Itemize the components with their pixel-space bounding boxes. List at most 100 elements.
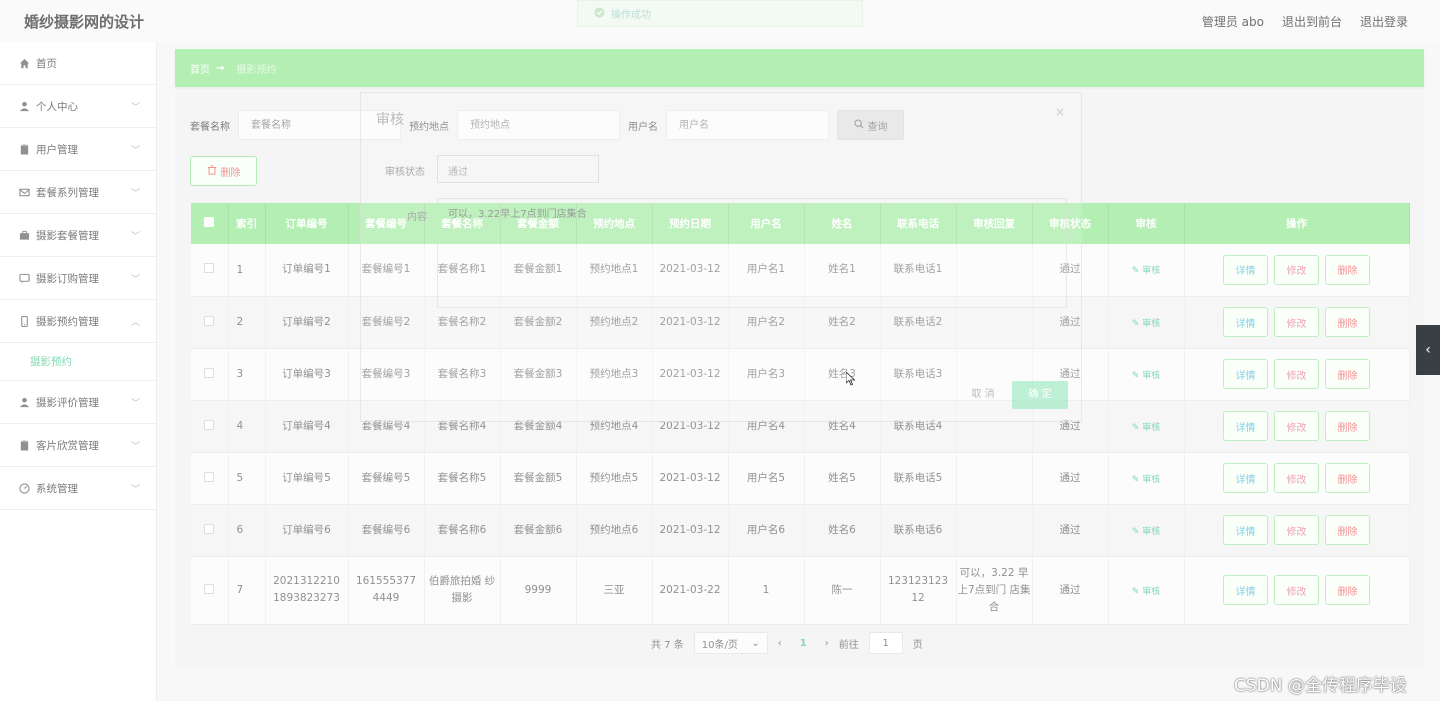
- page-size-select[interactable]: 10条/页 ⌄: [693, 632, 768, 654]
- batch-delete-button[interactable]: 删除: [190, 156, 257, 186]
- column-header[interactable]: 索引: [228, 203, 266, 244]
- sidebar-subitem-photo-booking[interactable]: 摄影预约: [0, 343, 156, 381]
- edit-button[interactable]: 修改: [1274, 515, 1319, 545]
- row-checkbox[interactable]: [191, 244, 229, 297]
- audit-cell: ✎ 审核: [1108, 452, 1185, 505]
- edit-button[interactable]: 修改: [1274, 307, 1319, 337]
- table-cell: 订单编号4: [265, 400, 349, 453]
- goto-page-input[interactable]: 1: [868, 632, 903, 654]
- audit-link[interactable]: ✎ 审核: [1132, 475, 1160, 485]
- edit-button[interactable]: 修改: [1274, 359, 1319, 389]
- sidebar-item-system[interactable]: 系统管理 ﹀: [0, 467, 156, 510]
- breadcrumb-home[interactable]: 首页: [190, 61, 210, 76]
- sidebar-item-label: 用户管理: [36, 143, 78, 156]
- chevron-up-icon: ︿: [130, 318, 140, 328]
- audit-link[interactable]: ✎ 审核: [1132, 319, 1160, 329]
- row-checkbox[interactable]: [191, 452, 229, 505]
- sidebar-item-label: 客片欣赏管理: [36, 439, 99, 452]
- row-checkbox[interactable]: [191, 348, 229, 401]
- column-header[interactable]: 联系电话: [880, 203, 957, 244]
- table-row: 3 订单编号3 套餐编号3 套餐名称3 套餐金额3 预约地点3 2021-03-12 用户名3…: [191, 348, 1410, 401]
- edit-button[interactable]: 修改: [1274, 463, 1319, 493]
- sidebar-item-home[interactable]: 首页: [0, 42, 156, 85]
- delete-button[interactable]: 删除: [1325, 359, 1370, 389]
- place-input[interactable]: [457, 110, 620, 140]
- sidebar-item-gallery[interactable]: 客片欣赏管理 ﹀: [0, 424, 156, 467]
- table-cell: 套餐名称3: [424, 348, 501, 401]
- row-checkbox[interactable]: [191, 504, 229, 557]
- edit-icon: ✎: [1131, 526, 1140, 537]
- detail-button[interactable]: 详情: [1223, 359, 1268, 389]
- column-header[interactable]: 订单编号: [265, 203, 349, 244]
- row-checkbox[interactable]: [191, 400, 229, 453]
- user-icon: [18, 396, 30, 408]
- column-header[interactable]: 套餐名称: [424, 203, 501, 244]
- delete-button[interactable]: 删除: [1325, 515, 1370, 545]
- delete-button[interactable]: 删除: [1325, 254, 1370, 285]
- audit-link[interactable]: ✎ 审核: [1132, 266, 1160, 276]
- table-cell: 2021-03-12: [652, 400, 729, 453]
- delete-button[interactable]: 删除: [1325, 575, 1370, 605]
- prev-page-button[interactable]: ‹: [778, 638, 782, 649]
- row-checkbox[interactable]: [191, 296, 229, 349]
- audit-link[interactable]: ✎ 审核: [1132, 587, 1160, 597]
- page-number[interactable]: 1: [792, 638, 815, 649]
- detail-button[interactable]: 详情: [1223, 463, 1268, 493]
- delete-button[interactable]: 删除: [1325, 463, 1370, 493]
- home-icon: [18, 57, 30, 69]
- column-header[interactable]: 审核状态: [1032, 203, 1109, 244]
- table-cell: 通过: [1032, 400, 1109, 453]
- query-button[interactable]: 查询: [837, 110, 904, 140]
- back-to-front-link[interactable]: 退出到前台: [1282, 13, 1342, 30]
- sidebar-item-personal[interactable]: 个人中心 ﹀: [0, 85, 156, 128]
- column-header[interactable]: 审核回复: [956, 203, 1033, 244]
- detail-button[interactable]: 详情: [1223, 411, 1268, 441]
- table-cell: 姓名4: [804, 400, 881, 453]
- sidebar-item-photo-package[interactable]: 摄影套餐管理 ﹀: [0, 214, 156, 257]
- delete-button[interactable]: 删除: [1325, 411, 1370, 441]
- edit-button[interactable]: 修改: [1274, 575, 1319, 605]
- column-header[interactable]: 套餐编号: [348, 203, 425, 244]
- column-header[interactable]: 用户名: [728, 203, 805, 244]
- actions-cell: 详情 修改 删除: [1184, 348, 1410, 401]
- table-cell: 套餐编号3: [348, 348, 425, 401]
- sidebar: 首页 个人中心 ﹀ 用户管理 ﹀ 套餐系列管理 ﹀ 摄影套餐管理 ﹀ 摄影订购管…: [0, 42, 157, 701]
- column-header[interactable]: 姓名: [804, 203, 881, 244]
- audit-link[interactable]: ✎ 审核: [1132, 423, 1160, 433]
- package-name-input[interactable]: [238, 110, 401, 140]
- chevron-down-icon: ⌄: [751, 637, 760, 649]
- table-cell: 用户名3: [728, 348, 805, 401]
- next-page-button[interactable]: ›: [825, 638, 829, 649]
- edit-icon: ✎: [1131, 318, 1140, 329]
- detail-button[interactable]: 详情: [1223, 254, 1268, 285]
- table-cell: 通过: [1032, 296, 1109, 349]
- side-panel-toggle[interactable]: ‹: [1416, 325, 1440, 375]
- sidebar-item-photo-order[interactable]: 摄影订购管理 ﹀: [0, 257, 156, 300]
- delete-button[interactable]: 删除: [1325, 307, 1370, 337]
- detail-button[interactable]: 详情: [1223, 515, 1268, 545]
- column-header[interactable]: 预约地点: [576, 203, 653, 244]
- username-input[interactable]: [666, 110, 829, 140]
- sidebar-item-photo-review[interactable]: 摄影评价管理 ﹀: [0, 381, 156, 424]
- pagination: 共 7 条 10条/页 ⌄ ‹ 1 › 前往 1 页: [651, 632, 923, 654]
- row-checkbox[interactable]: [191, 556, 229, 625]
- audit-link[interactable]: ✎ 审核: [1132, 527, 1160, 537]
- logout-link[interactable]: 退出登录: [1360, 13, 1408, 30]
- edit-button[interactable]: 修改: [1274, 254, 1319, 285]
- column-header[interactable]: 套餐金额: [500, 203, 577, 244]
- select-all-checkbox[interactable]: [191, 203, 229, 244]
- audit-link[interactable]: ✎ 审核: [1132, 371, 1160, 381]
- edit-button[interactable]: 修改: [1274, 411, 1319, 441]
- table-cell: 2021-03-12: [652, 348, 729, 401]
- column-header[interactable]: 预约日期: [652, 203, 729, 244]
- sidebar-item-package-series[interactable]: 套餐系列管理 ﹀: [0, 171, 156, 214]
- detail-button[interactable]: 详情: [1223, 575, 1268, 605]
- table-cell: 陈一: [804, 556, 881, 625]
- sidebar-item-photo-booking[interactable]: 摄影预约管理 ︿: [0, 300, 156, 343]
- table-cell: 联系电话5: [880, 452, 957, 505]
- table-cell: 预约地点5: [576, 452, 653, 505]
- table-cell: 伯爵旅拍婚 纱摄影: [424, 556, 501, 625]
- detail-button[interactable]: 详情: [1223, 307, 1268, 337]
- sidebar-item-users[interactable]: 用户管理 ﹀: [0, 128, 156, 171]
- content-card: 套餐名称 预约地点 用户名 查询 删除: [175, 92, 1424, 668]
